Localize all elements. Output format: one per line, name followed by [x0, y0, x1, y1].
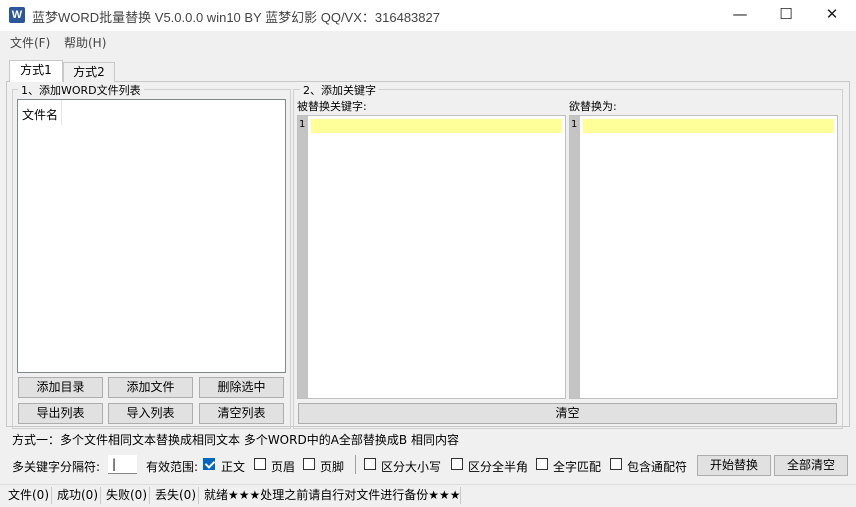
- status-divider: [51, 487, 52, 504]
- find-editor-current-line[interactable]: [311, 119, 562, 133]
- add-directory-button[interactable]: 添加目录: [18, 377, 103, 398]
- find-editor-gutter: [298, 116, 308, 398]
- find-editor-line-number: 1: [299, 119, 306, 130]
- close-button[interactable]: ✕: [809, 0, 855, 31]
- file-list[interactable]: [17, 99, 286, 373]
- menu-bar: [0, 31, 856, 53]
- case-sensitive-label[interactable]: 区分大小写: [381, 458, 441, 475]
- export-list-button[interactable]: 导出列表: [18, 403, 103, 424]
- footer-checkbox-label[interactable]: 页脚: [320, 458, 344, 475]
- replace-with-editor[interactable]: [569, 115, 838, 399]
- width-sensitive-checkbox[interactable]: [451, 458, 463, 470]
- add-file-button[interactable]: 添加文件: [108, 377, 193, 398]
- replace-with-label: 欲替换为:: [569, 100, 617, 113]
- separator-label: 多关键字分隔符:: [12, 460, 101, 474]
- find-keyword-label: 被替换关键字:: [297, 100, 367, 113]
- status-lost: 丢失(0): [155, 488, 196, 502]
- minimize-button[interactable]: —: [717, 0, 763, 31]
- status-files: 文件(0): [8, 488, 49, 502]
- status-divider: [460, 487, 461, 504]
- import-list-button[interactable]: 导入列表: [108, 403, 193, 424]
- word-app-icon: W: [9, 7, 25, 23]
- header-checkbox[interactable]: [254, 458, 266, 470]
- width-sensitive-label[interactable]: 区分全半角: [468, 458, 528, 475]
- status-success: 成功(0): [57, 488, 98, 502]
- options-separator: [355, 455, 356, 474]
- whole-word-checkbox[interactable]: [536, 458, 548, 470]
- file-list-group-legend: 1、添加WORD文件列表: [18, 82, 144, 98]
- window-title: 蓝梦WORD批量替换 V5.0.0.0 win10 BY 蓝梦幻影 QQ/VX：…: [32, 10, 440, 25]
- replace-editor-current-line[interactable]: [583, 119, 834, 133]
- tab-mode2[interactable]: 方式2: [63, 62, 115, 82]
- status-failed: 失败(0): [106, 488, 147, 502]
- tab-mode1[interactable]: 方式1: [9, 60, 63, 82]
- replace-editor-line-number: 1: [571, 119, 578, 130]
- clear-list-button[interactable]: 清空列表: [199, 403, 284, 424]
- status-divider: [100, 487, 101, 504]
- delete-selected-button[interactable]: 删除选中: [199, 377, 284, 398]
- case-sensitive-checkbox[interactable]: [364, 458, 376, 470]
- clear-keywords-button[interactable]: 清空: [298, 403, 837, 424]
- menu-file[interactable]: 文件(F): [10, 34, 50, 51]
- wildcard-label[interactable]: 包含通配符: [627, 458, 687, 475]
- status-divider: [198, 487, 199, 504]
- start-replace-button[interactable]: 开始替换: [697, 455, 771, 476]
- mode-description: 方式一：多个文件相同文本替换成相同文本 多个WORD中的A全部替换成B 相同内容: [12, 433, 459, 447]
- scope-label: 有效范围:: [146, 460, 199, 474]
- maximize-button[interactable]: ☐: [763, 0, 809, 31]
- find-keyword-editor[interactable]: [297, 115, 566, 399]
- replace-editor-gutter: [570, 116, 580, 398]
- clear-all-button[interactable]: 全部清空: [774, 455, 848, 476]
- body-checkbox[interactable]: [203, 458, 215, 470]
- body-checkbox-label[interactable]: 正文: [221, 458, 245, 475]
- footer-checkbox[interactable]: [303, 458, 315, 470]
- keyword-group-legend: 2、添加关键字: [300, 82, 379, 98]
- column-header-filename[interactable]: 文件名: [22, 106, 58, 123]
- status-message: 就绪★★★处理之前请自行对文件进行备份★★★: [204, 488, 461, 502]
- header-checkbox-label[interactable]: 页眉: [271, 458, 295, 475]
- wildcard-checkbox[interactable]: [610, 458, 622, 470]
- status-divider: [149, 487, 150, 504]
- whole-word-label[interactable]: 全字匹配: [553, 458, 601, 475]
- menu-help[interactable]: 帮助(H): [64, 34, 106, 51]
- separator-input[interactable]: |: [108, 455, 137, 474]
